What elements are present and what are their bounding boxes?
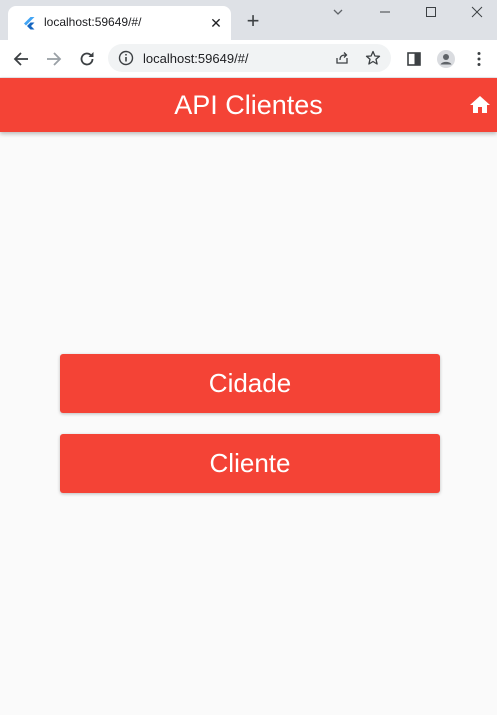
browser-tab-strip: localhost:59649/#/ ✕ + xyxy=(0,0,497,40)
site-info-icon[interactable] xyxy=(118,50,134,66)
profile-avatar-icon[interactable] xyxy=(436,49,456,69)
forward-icon[interactable] xyxy=(44,49,64,69)
tab-close-icon[interactable]: ✕ xyxy=(208,15,224,31)
flutter-favicon-icon xyxy=(24,17,35,30)
new-tab-icon[interactable]: + xyxy=(243,10,263,32)
app-bar: API Clientes xyxy=(0,78,497,132)
tab-title: localhost:59649/#/ xyxy=(44,15,142,29)
minimize-icon[interactable] xyxy=(375,4,395,20)
browser-tab[interactable]: localhost:59649/#/ ✕ xyxy=(8,6,231,40)
maximize-icon[interactable] xyxy=(421,4,441,20)
address-url: localhost:59649/#/ xyxy=(143,51,249,66)
menu-kebab-icon[interactable] xyxy=(469,49,489,69)
tab-search-chevron-icon[interactable] xyxy=(328,4,348,20)
back-icon[interactable] xyxy=(11,49,31,69)
bookmark-star-icon[interactable] xyxy=(365,50,381,66)
cidade-button[interactable]: Cidade xyxy=(60,354,440,413)
home-icon[interactable] xyxy=(468,93,492,117)
reload-icon[interactable] xyxy=(77,49,97,69)
side-panel-icon[interactable] xyxy=(404,49,424,69)
page-title: API Clientes xyxy=(174,90,323,120)
cliente-button[interactable]: Cliente xyxy=(60,434,440,493)
share-icon[interactable] xyxy=(334,50,350,66)
address-bar[interactable]: localhost:59649/#/ xyxy=(108,44,391,72)
browser-toolbar: localhost:59649/#/ xyxy=(0,40,497,78)
close-window-icon[interactable] xyxy=(467,4,487,20)
